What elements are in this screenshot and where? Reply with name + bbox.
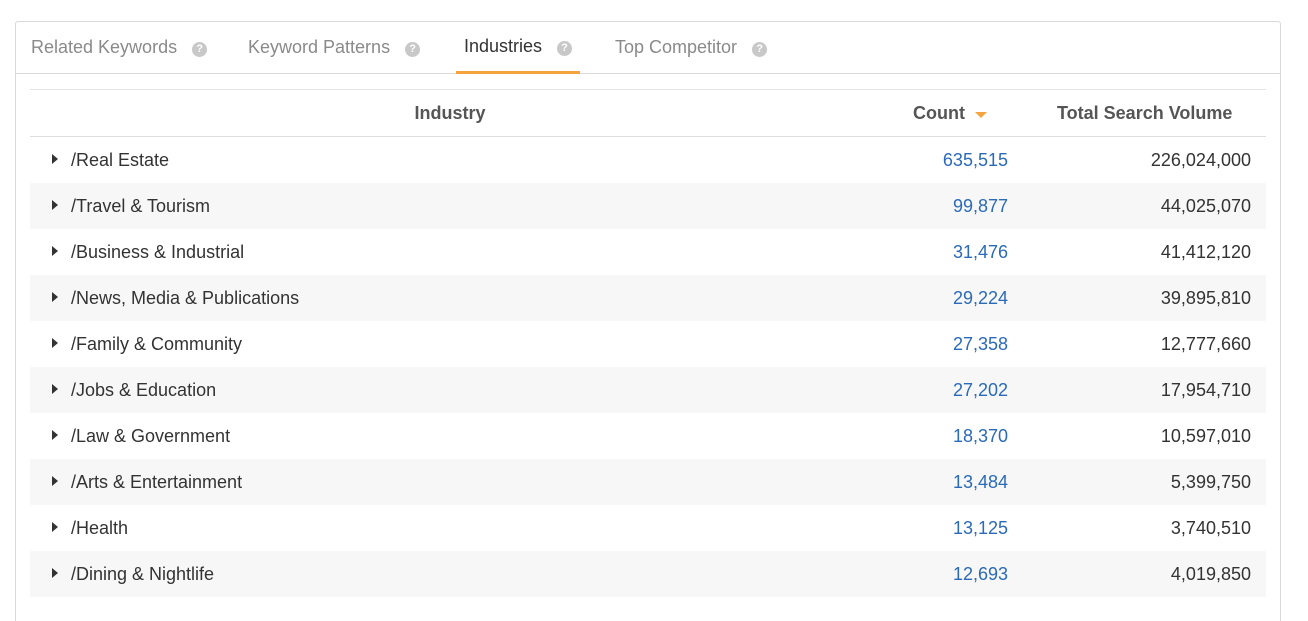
tab-bar: Related Keywords ? Keyword Patterns ? In…	[16, 22, 1280, 74]
tab-top-competitor[interactable]: Top Competitor ?	[615, 22, 768, 73]
tab-label: Related Keywords	[31, 37, 178, 57]
table-body: /Real Estate 635,515 226,024,000 /Travel…	[30, 137, 1266, 597]
table-row: /Family & Community 27,358 12,777,660	[30, 321, 1266, 367]
column-header-count[interactable]: Count	[913, 90, 987, 136]
search-volume: 39,895,810	[1160, 287, 1251, 308]
tab-related-keywords[interactable]: Related Keywords ?	[31, 22, 208, 73]
industry-name: /Arts & Entertainment	[71, 471, 243, 492]
count-link[interactable]: 18,370	[953, 413, 1008, 459]
count-link[interactable]: 27,202	[953, 367, 1008, 413]
count-link[interactable]: 27,358	[953, 321, 1008, 367]
help-icon[interactable]: ?	[557, 40, 573, 56]
expand-caret-icon[interactable]	[52, 154, 58, 164]
column-header-count-label: Count	[913, 102, 965, 123]
expand-caret-icon[interactable]	[52, 246, 58, 256]
count-link[interactable]: 29,224	[953, 275, 1008, 321]
table-row: /Arts & Entertainment 13,484 5,399,750	[30, 459, 1266, 505]
column-header-industry[interactable]: Industry	[30, 90, 870, 136]
industry-name: /Dining & Nightlife	[71, 563, 215, 584]
tab-keyword-patterns[interactable]: Keyword Patterns ?	[248, 22, 421, 73]
industry-name: /News, Media & Publications	[71, 287, 300, 308]
sort-desc-icon	[974, 112, 987, 118]
table-header: Industry Count Total Search Volume	[30, 90, 1266, 137]
count-link[interactable]: 31,476	[953, 229, 1008, 275]
expand-caret-icon[interactable]	[52, 476, 58, 486]
industries-table: Industry Count Total Search Volume /Real…	[30, 89, 1266, 597]
expand-caret-icon[interactable]	[52, 568, 58, 578]
tab-label: Industries	[464, 36, 543, 56]
expand-caret-icon[interactable]	[52, 200, 58, 210]
count-link[interactable]: 13,125	[953, 505, 1008, 551]
column-header-volume[interactable]: Total Search Volume	[1057, 90, 1232, 136]
industries-panel: Related Keywords ? Keyword Patterns ? In…	[15, 21, 1281, 621]
search-volume: 5,399,750	[1170, 471, 1251, 492]
search-volume: 41,412,120	[1160, 241, 1251, 262]
industry-name: /Jobs & Education	[71, 379, 217, 400]
search-volume: 17,954,710	[1160, 379, 1251, 400]
count-link[interactable]: 635,515	[943, 137, 1008, 183]
search-volume: 4,019,850	[1170, 563, 1251, 584]
table-row: /Law & Government 18,370 10,597,010	[30, 413, 1266, 459]
industry-name: /Business & Industrial	[71, 241, 245, 262]
help-icon[interactable]: ?	[192, 41, 208, 57]
help-icon[interactable]: ?	[405, 41, 421, 57]
table-row: /Travel & Tourism 99,877 44,025,070	[30, 183, 1266, 229]
table-row: /Dining & Nightlife 12,693 4,019,850	[30, 551, 1266, 597]
table-row: /Jobs & Education 27,202 17,954,710	[30, 367, 1266, 413]
expand-caret-icon[interactable]	[52, 430, 58, 440]
expand-caret-icon[interactable]	[52, 292, 58, 302]
expand-caret-icon[interactable]	[52, 384, 58, 394]
table-row: /News, Media & Publications 29,224 39,89…	[30, 275, 1266, 321]
tab-label: Top Competitor	[615, 37, 738, 57]
expand-caret-icon[interactable]	[52, 338, 58, 348]
industry-name: /Real Estate	[71, 149, 170, 170]
count-link[interactable]: 13,484	[953, 459, 1008, 505]
industry-name: /Family & Community	[71, 333, 243, 354]
industry-name: /Travel & Tourism	[71, 195, 211, 216]
help-icon[interactable]: ?	[752, 41, 768, 57]
industry-name: /Law & Government	[71, 425, 231, 446]
table-row: /Real Estate 635,515 226,024,000	[30, 137, 1266, 183]
tab-label: Keyword Patterns	[248, 37, 391, 57]
search-volume: 44,025,070	[1160, 195, 1251, 216]
count-link[interactable]: 12,693	[953, 551, 1008, 597]
count-link[interactable]: 99,877	[953, 183, 1008, 229]
search-volume: 226,024,000	[1150, 149, 1251, 170]
expand-caret-icon[interactable]	[52, 522, 58, 532]
industry-name: /Health	[71, 517, 129, 538]
search-volume: 10,597,010	[1160, 425, 1251, 446]
tab-industries[interactable]: Industries ?	[456, 22, 581, 74]
search-volume: 3,740,510	[1170, 517, 1251, 538]
table-row: /Health 13,125 3,740,510	[30, 505, 1266, 551]
search-volume: 12,777,660	[1160, 333, 1251, 354]
table-row: /Business & Industrial 31,476 41,412,120	[30, 229, 1266, 275]
